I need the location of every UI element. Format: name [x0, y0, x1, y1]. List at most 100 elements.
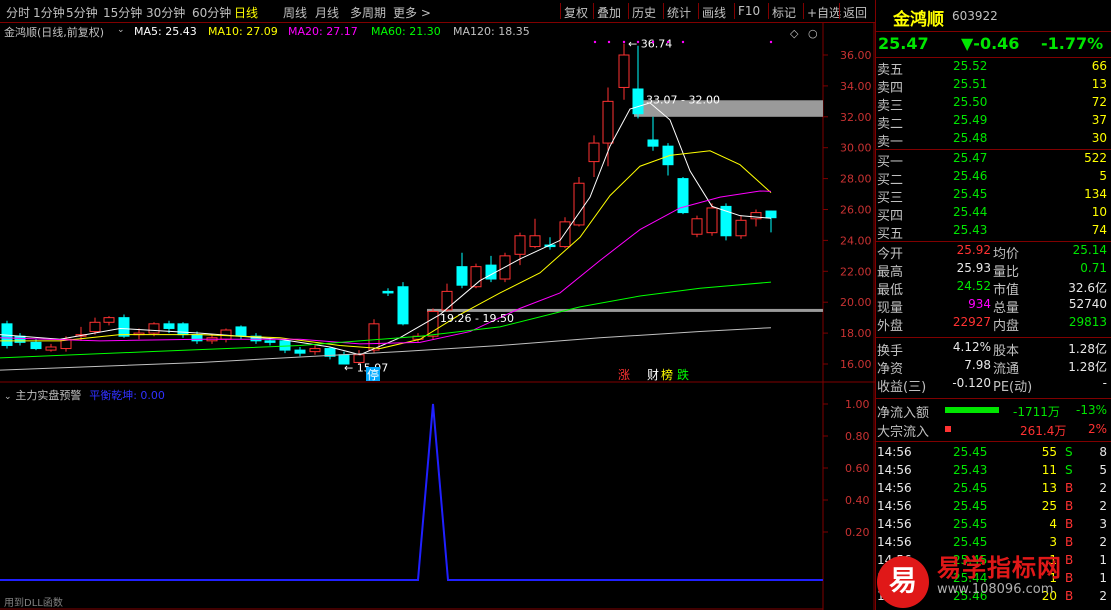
toolbar-action-3[interactable]: 统计 [667, 4, 691, 21]
stat2-value-a-1: 7.98 [964, 358, 991, 372]
toolbar-separator [803, 3, 804, 19]
candle-body [735, 219, 747, 237]
tag-3: 榜 [661, 367, 673, 382]
bid-vol-0: 522 [1084, 151, 1107, 165]
stat-value-b-4: 29813 [1068, 315, 1107, 329]
bid-label-3: 买四 [877, 209, 904, 224]
candle-body [765, 210, 777, 219]
chevron-down-icon[interactable]: ⌄ [4, 392, 12, 402]
ask-label-3: 卖二 [877, 117, 904, 132]
tick-time-1: 14:56 [877, 463, 912, 477]
flow-bar-0 [945, 407, 999, 413]
period-tab-3[interactable]: 15分钟 [103, 4, 142, 21]
period-tab-8[interactable]: 月线 [315, 4, 339, 21]
stat2-label-b-2: PE(动) [993, 380, 1033, 395]
diamond-icon: ◇ [790, 27, 799, 40]
flow-bar-1 [945, 426, 951, 432]
period-tab-2[interactable]: 5分钟 [66, 4, 98, 21]
period-tab-4[interactable]: 30分钟 [146, 4, 185, 21]
stat2-value-b-1: 1.28亿 [1068, 360, 1107, 374]
ask-vol-1: 13 [1091, 77, 1107, 91]
period-tab-9[interactable]: 多周期 [350, 4, 386, 21]
divider-line [875, 149, 1111, 150]
bid-vol-4: 74 [1091, 223, 1107, 237]
flow-label-0: 净流入额 [877, 406, 930, 421]
ask-label-1: 卖四 [877, 81, 904, 96]
stat-label-b-0: 均价 [993, 247, 1020, 262]
top-marker [593, 40, 597, 44]
toolbar-action-4[interactable]: 画线 [702, 4, 726, 21]
toolbar-action-6[interactable]: 标记 [772, 4, 796, 21]
tick-count-4: 3 [1099, 517, 1107, 531]
toolbar-action-5[interactable]: F10 [738, 4, 760, 18]
ma-label-4: MA120: 18.35 [453, 25, 530, 38]
stat-value-a-3: 934 [968, 297, 991, 311]
tick-price-3: 25.45 [953, 499, 988, 513]
ind-y-tick-label: 0.60 [845, 462, 870, 475]
candle-body [647, 139, 659, 147]
y-tick-label: 28.00 [840, 173, 872, 186]
top-marker [651, 40, 655, 44]
stat2-label-a-0: 换手 [877, 344, 904, 359]
stat-label-a-4: 外盘 [877, 319, 904, 334]
bid-label-0: 买一 [877, 155, 904, 170]
candle-body [14, 335, 26, 343]
stat-label-a-1: 最高 [877, 265, 904, 280]
period-tab-10[interactable]: 更多 > [393, 4, 431, 21]
chevron-down-icon[interactable]: ⌄ [117, 25, 125, 35]
bid-vol-1: 5 [1099, 169, 1107, 183]
candle-body [309, 348, 321, 353]
toolbar-action-2[interactable]: 历史 [632, 4, 656, 21]
period-tab-6[interactable]: 日线 [234, 4, 258, 21]
y-tick-label: 22.00 [840, 265, 872, 278]
stat-label-b-3: 总量 [993, 301, 1020, 316]
price-change: ▼-0.46 [961, 34, 1020, 53]
ask-label-4: 卖一 [877, 135, 904, 150]
candle-body [235, 326, 247, 337]
stat-value-a-4: 22927 [952, 315, 991, 329]
candle-body [45, 346, 57, 351]
toolbar-action-0[interactable]: 复权 [564, 4, 588, 21]
tick-side-0: S [1065, 445, 1073, 459]
quote-panel: 金鸿顺 603922 25.47 ▼-0.46 -1.77% 卖五 25.52 66 卖四 25.… [875, 0, 1111, 610]
tick-count-2: 2 [1099, 481, 1107, 495]
indicator-header: ⌄ 主力实盘预警 平衡乾坤: 0.00 [4, 387, 165, 403]
ask-vol-2: 72 [1091, 95, 1107, 109]
candle-body [456, 266, 468, 286]
period-tab-1[interactable]: 1分钟 [33, 4, 65, 21]
bid-price-0: 25.47 [953, 151, 988, 165]
top-marker [622, 40, 626, 44]
tick-count-0: 8 [1099, 445, 1107, 459]
period-tab-0[interactable]: 分时 [6, 4, 30, 21]
stat-value-b-0: 25.14 [1072, 243, 1107, 257]
stat-label-b-1: 量比 [993, 265, 1020, 280]
watermark: 易 易学指标网 www.108096.com [875, 538, 1111, 610]
candle-body [514, 235, 526, 255]
tick-time-0: 14:56 [877, 445, 912, 459]
ask-price-4: 25.48 [953, 131, 988, 145]
bid-label-2: 买三 [877, 191, 904, 206]
divider-line [875, 241, 1111, 242]
toolbar-separator [734, 3, 735, 19]
divider-line [875, 31, 1111, 32]
panel-left-border [875, 0, 876, 610]
toolbar-action-7[interactable]: +自选 [807, 4, 841, 21]
period-tab-5[interactable]: 60分钟 [192, 4, 231, 21]
top-marker [666, 40, 670, 44]
ma-label-2: MA20: 27.17 [288, 25, 358, 38]
ind-y-tick-label: 0.80 [845, 430, 870, 443]
toolbar-separator [628, 3, 629, 19]
toolbar-separator [839, 3, 840, 19]
stat2-value-a-2: -0.120 [952, 376, 991, 390]
y-tick-label: 34.00 [840, 80, 872, 93]
candle-body [368, 323, 380, 351]
tag-4: 跌 [677, 367, 689, 382]
y-tick-label: 30.00 [840, 142, 872, 155]
toolbar-separator [663, 3, 664, 19]
toolbar-action-8[interactable]: 返回 [843, 4, 867, 21]
toolbar-action-1[interactable]: 叠加 [597, 4, 621, 21]
period-tab-7[interactable]: 周线 [283, 4, 307, 21]
flow-value-0: -1711万 [1013, 405, 1060, 419]
price-chart[interactable]: 36.00 34.00 32.00 30.00 28.00 26.00 24.00 22.00… [0, 23, 875, 610]
stat2-value-a-0: 4.12% [952, 340, 991, 354]
